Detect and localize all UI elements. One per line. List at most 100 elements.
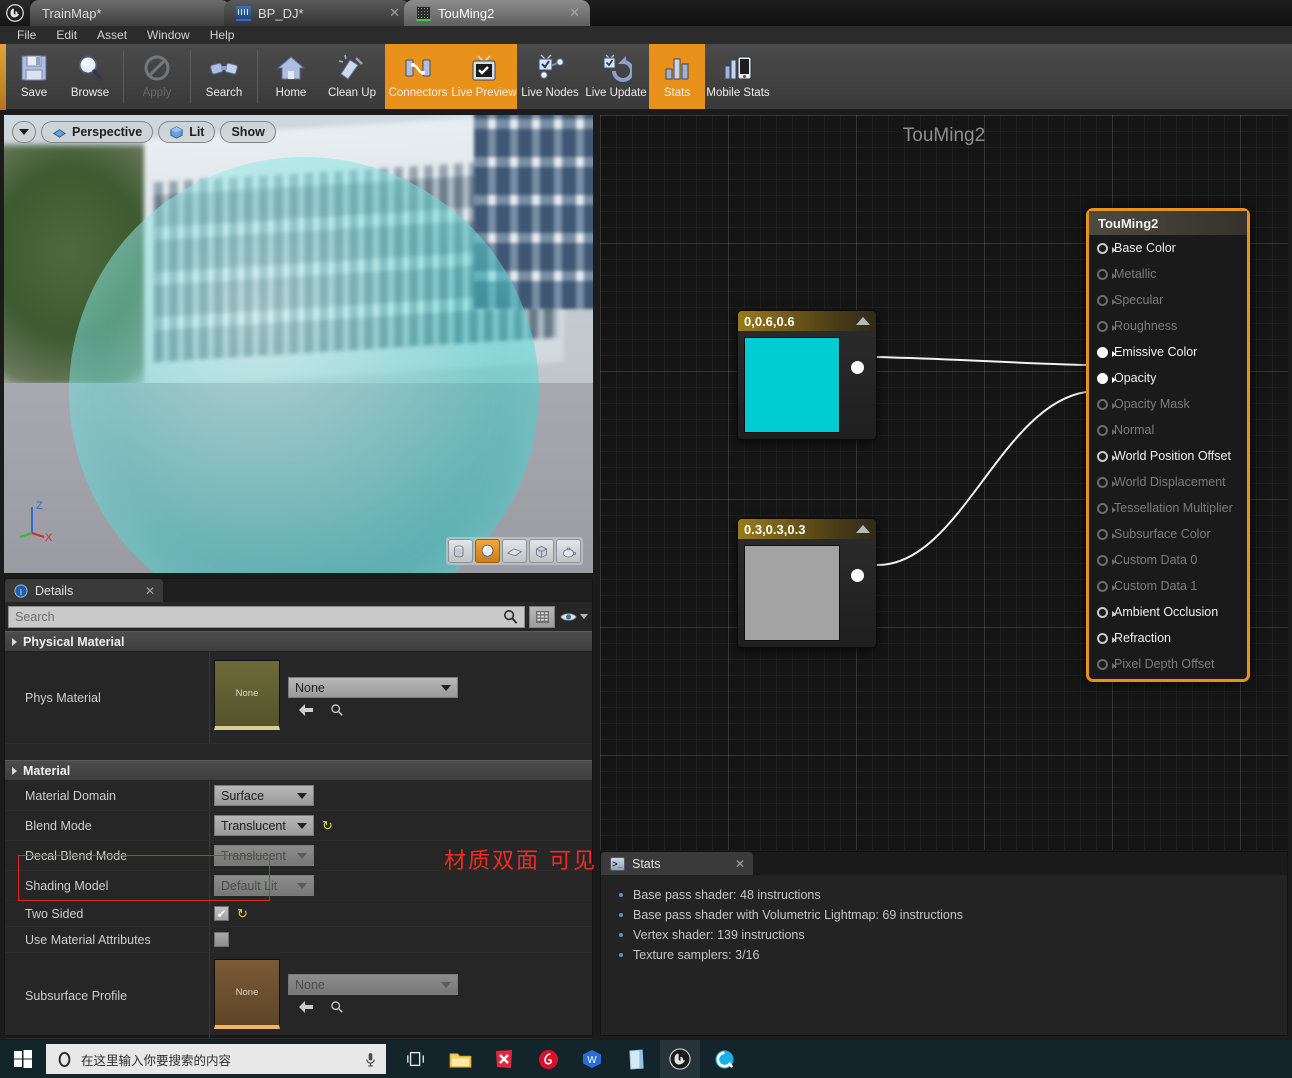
details-visibility-button[interactable] xyxy=(559,611,589,623)
viewport-show-button[interactable]: Show xyxy=(220,121,275,143)
unreal-engine-icon[interactable] xyxy=(660,1040,700,1078)
details-grid-view-button[interactable] xyxy=(529,606,555,628)
node-material-output[interactable]: TouMing2 Base Color Metallic Specular Ro… xyxy=(1086,208,1250,682)
pin-base-color[interactable]: Base Color xyxy=(1089,235,1247,261)
cube-preview-button[interactable] xyxy=(529,539,554,563)
node-color-swatch[interactable] xyxy=(744,337,840,433)
pin-opacity-mask[interactable]: Opacity Mask xyxy=(1089,391,1247,417)
onenote-icon[interactable] xyxy=(616,1040,656,1078)
pin-subsurface-color[interactable]: Subsurface Color xyxy=(1089,521,1247,547)
pin-label: Tessellation Multiplier xyxy=(1114,501,1233,515)
reset-to-default-icon[interactable]: ↻ xyxy=(237,906,248,922)
node-output-pin[interactable] xyxy=(846,545,868,641)
menu-help[interactable]: Help xyxy=(201,27,244,43)
pin-dot xyxy=(1097,295,1108,306)
pin-custom-data-1[interactable]: Custom Data 1 xyxy=(1089,573,1247,599)
cylinder-preview-button[interactable] xyxy=(448,539,473,563)
connectors-button[interactable]: Connectors xyxy=(385,44,451,109)
pin-world-displacement[interactable]: World Displacement xyxy=(1089,469,1247,495)
live-preview-button[interactable]: Live Preview xyxy=(451,44,517,109)
menu-file[interactable]: File xyxy=(8,27,45,43)
xmind-icon[interactable] xyxy=(484,1040,524,1078)
search-button[interactable]: Search xyxy=(196,44,252,109)
collapse-arrow-icon[interactable] xyxy=(856,525,870,533)
task-view-icon[interactable] xyxy=(396,1040,436,1078)
file-explorer-icon[interactable] xyxy=(440,1040,480,1078)
wps-icon[interactable]: W xyxy=(572,1040,612,1078)
tab-touming2[interactable]: TouMing2 ✕ xyxy=(404,0,590,26)
subsurface-profile-thumbnail[interactable]: None xyxy=(214,959,280,1029)
decal-blend-mode-dropdown[interactable]: Translucent xyxy=(214,845,314,866)
tab-stats[interactable]: >_ Stats ✕ xyxy=(601,852,753,875)
save-button[interactable]: Save xyxy=(6,44,62,109)
taskbar-search-box[interactable]: 在这里输入你要搜索的内容 xyxy=(46,1044,386,1074)
tab-trainmap[interactable]: TrainMap* xyxy=(30,0,230,26)
node-constant3-grey[interactable]: 0.3,0.3,0.3 xyxy=(737,518,877,648)
plane-preview-button[interactable] xyxy=(502,539,527,563)
node-color-swatch[interactable] xyxy=(744,545,840,641)
sphere-preview-button[interactable] xyxy=(475,539,500,563)
close-icon[interactable]: ✕ xyxy=(389,5,400,21)
two-sided-checkbox[interactable]: ✔ xyxy=(214,906,229,921)
use-selected-arrow-icon[interactable] xyxy=(298,703,314,717)
netease-music-icon[interactable] xyxy=(528,1040,568,1078)
pin-pixel-depth-offset[interactable]: Pixel Depth Offset xyxy=(1089,651,1247,677)
section-physical-material[interactable]: Physical Material xyxy=(5,631,592,652)
stats-button[interactable]: Stats xyxy=(649,44,705,109)
close-icon[interactable]: ✕ xyxy=(569,5,580,21)
live-nodes-button[interactable]: Live Nodes xyxy=(517,44,583,109)
teapot-preview-button[interactable] xyxy=(556,539,581,563)
pin-world-position-offset[interactable]: World Position Offset xyxy=(1089,443,1247,469)
live-update-button[interactable]: Live Update xyxy=(583,44,649,109)
material-preview-viewport[interactable]: Perspective Lit Show Z X xyxy=(4,115,593,573)
clean-up-button[interactable]: Clean Up xyxy=(319,44,385,109)
reset-to-default-icon[interactable]: ↻ xyxy=(322,818,333,834)
subsurface-profile-dropdown[interactable]: None xyxy=(288,974,458,995)
viewport-lit-button[interactable]: Lit xyxy=(158,121,215,143)
menu-asset[interactable]: Asset xyxy=(88,27,136,43)
pin-metallic[interactable]: Metallic xyxy=(1089,261,1247,287)
section-material[interactable]: Material xyxy=(5,760,592,781)
pin-opacity[interactable]: Opacity xyxy=(1089,365,1247,391)
pin-custom-data-0[interactable]: Custom Data 0 xyxy=(1089,547,1247,573)
node-constant3-cyan[interactable]: 0,0.6,0.6 xyxy=(737,310,877,440)
phys-material-dropdown[interactable]: None xyxy=(288,677,458,698)
node-header[interactable]: TouMing2 xyxy=(1089,211,1247,235)
node-header[interactable]: 0,0.6,0.6 xyxy=(738,311,876,331)
shading-model-dropdown[interactable]: Default Lit xyxy=(214,875,314,896)
apply-button[interactable]: Apply xyxy=(129,44,185,109)
mobile-stats-button[interactable]: Mobile Stats xyxy=(705,44,771,109)
close-icon[interactable]: ✕ xyxy=(735,857,745,871)
collapse-arrow-icon[interactable] xyxy=(856,317,870,325)
pin-ambient-occlusion[interactable]: Ambient Occlusion xyxy=(1089,599,1247,625)
home-button[interactable]: Home xyxy=(263,44,319,109)
material-domain-dropdown[interactable]: Surface xyxy=(214,785,314,806)
microphone-icon[interactable] xyxy=(365,1052,376,1067)
pin-emissive-color[interactable]: Emissive Color xyxy=(1089,339,1247,365)
blend-mode-dropdown[interactable]: Translucent xyxy=(214,815,314,836)
pin-specular[interactable]: Specular xyxy=(1089,287,1247,313)
phys-material-thumbnail[interactable]: None xyxy=(214,660,280,730)
pin-refraction[interactable]: Refraction xyxy=(1089,625,1247,651)
search-input[interactable] xyxy=(15,610,497,624)
pin-normal[interactable]: Normal xyxy=(1089,417,1247,443)
close-icon[interactable]: ✕ xyxy=(145,584,155,598)
use-material-attributes-checkbox[interactable] xyxy=(214,932,229,947)
tab-bp-dj[interactable]: BP_DJ* ✕ xyxy=(224,0,410,26)
menu-edit[interactable]: Edit xyxy=(47,27,86,43)
use-selected-arrow-icon[interactable] xyxy=(298,1000,314,1014)
tab-details[interactable]: i Details ✕ xyxy=(5,579,163,602)
node-header[interactable]: 0.3,0.3,0.3 xyxy=(738,519,876,539)
search-input-wrapper[interactable] xyxy=(8,606,525,628)
viewport-options-button[interactable] xyxy=(12,121,36,143)
start-button[interactable] xyxy=(0,1040,46,1078)
pin-roughness[interactable]: Roughness xyxy=(1089,313,1247,339)
qq-browser-icon[interactable] xyxy=(704,1040,744,1078)
menu-window[interactable]: Window xyxy=(138,27,199,43)
pin-tessellation-multiplier[interactable]: Tessellation Multiplier xyxy=(1089,495,1247,521)
browse-to-asset-icon[interactable] xyxy=(330,1000,344,1014)
browse-to-asset-icon[interactable] xyxy=(330,703,344,717)
viewport-perspective-button[interactable]: Perspective xyxy=(41,121,153,143)
node-output-pin[interactable] xyxy=(846,337,868,433)
browse-button[interactable]: Browse xyxy=(62,44,118,109)
